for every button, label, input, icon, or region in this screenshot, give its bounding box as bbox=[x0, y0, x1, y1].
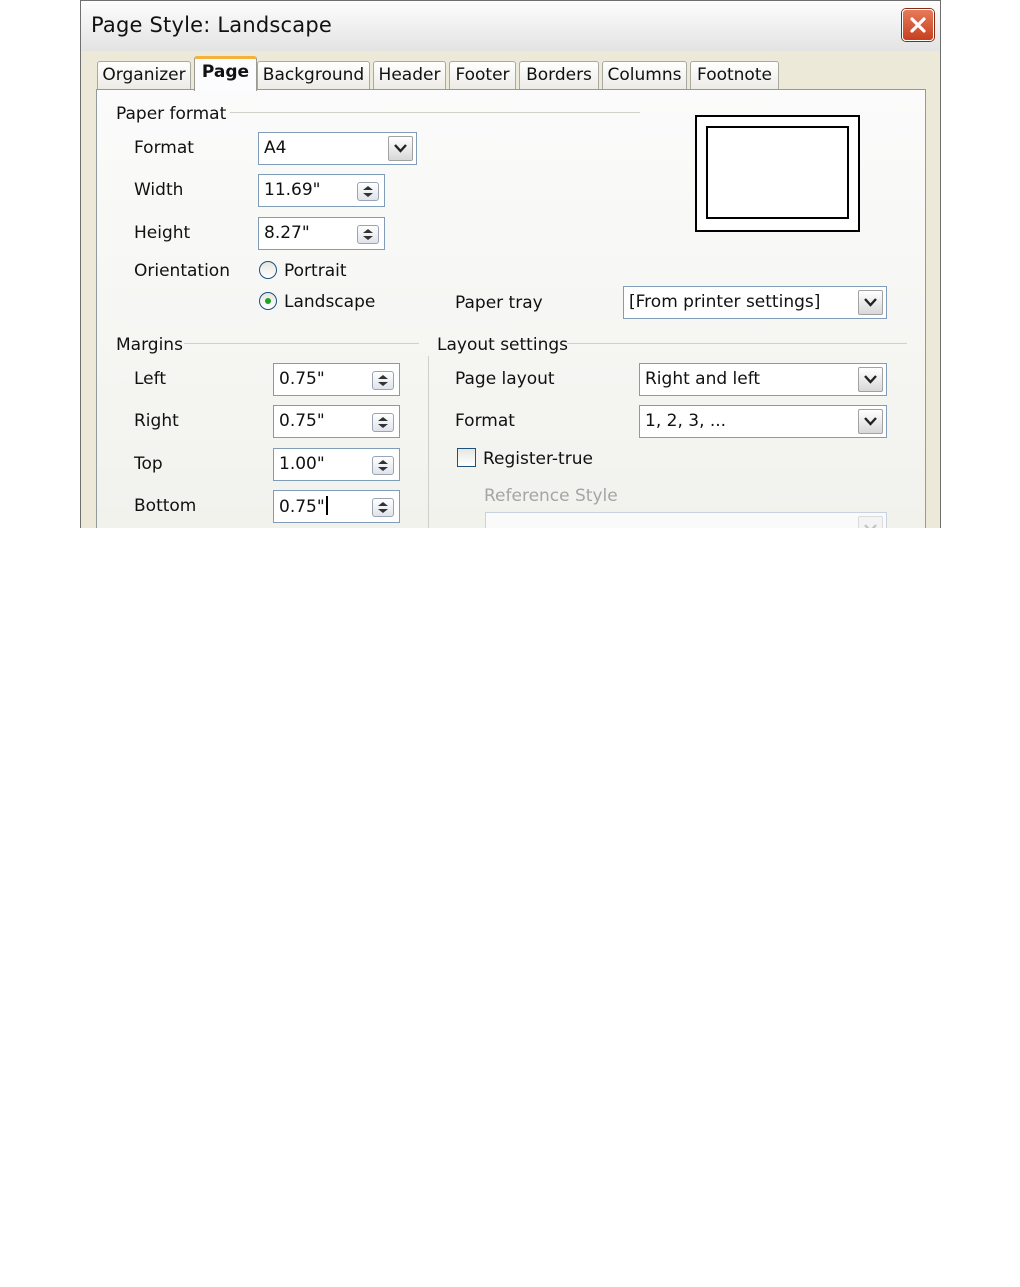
right-margin-value: 0.75" bbox=[279, 411, 325, 431]
title-bar[interactable]: Page Style: Landscape bbox=[81, 1, 940, 52]
top-margin-label: Top bbox=[134, 454, 163, 474]
margins-heading: Margins bbox=[116, 335, 183, 355]
paper-tray-dropdown-button[interactable] bbox=[858, 290, 883, 315]
numbering-format-label: Format bbox=[455, 411, 515, 431]
layout-settings-divider bbox=[567, 343, 907, 344]
tab-strip: Organizer Page Background Header Footer … bbox=[81, 51, 940, 91]
width-spin-field[interactable]: 11.69" bbox=[258, 174, 385, 207]
spin-arrows-icon bbox=[378, 460, 388, 471]
right-margin-spin-button[interactable] bbox=[372, 413, 394, 432]
page-preview bbox=[695, 115, 860, 232]
landscape-label[interactable]: Landscape bbox=[284, 292, 375, 312]
page-layout-dropdown-button[interactable] bbox=[858, 367, 883, 392]
chevron-down-icon bbox=[864, 298, 877, 307]
text-cursor bbox=[325, 496, 328, 515]
left-margin-field[interactable]: 0.75" bbox=[273, 363, 400, 396]
layout-settings-heading: Layout settings bbox=[437, 335, 568, 355]
tab-columns[interactable]: Columns bbox=[602, 61, 687, 89]
margins-divider bbox=[184, 343, 419, 344]
reference-style-dropdown bbox=[485, 512, 887, 528]
tab-footnote[interactable]: Footnote bbox=[690, 61, 779, 89]
spin-arrows-icon bbox=[378, 375, 388, 386]
page-style-dialog: Page Style: Landscape Organizer Page Bac… bbox=[80, 0, 941, 528]
paper-tray-dropdown[interactable]: [From printer settings] bbox=[623, 286, 887, 319]
bottom-margin-spin-button[interactable] bbox=[372, 498, 394, 517]
right-margin-label: Right bbox=[134, 411, 179, 431]
numbering-format-dropdown-button[interactable] bbox=[858, 409, 883, 434]
chevron-down-icon bbox=[864, 375, 877, 384]
top-margin-spin-button[interactable] bbox=[372, 456, 394, 475]
window-title: Page Style: Landscape bbox=[91, 13, 333, 37]
top-margin-value: 1.00" bbox=[279, 454, 325, 474]
spin-arrows-icon bbox=[363, 229, 373, 240]
radio-selected-dot bbox=[265, 298, 271, 304]
landscape-radio[interactable] bbox=[259, 292, 277, 310]
bottom-margin-field[interactable]: 0.75" bbox=[273, 490, 400, 523]
close-icon bbox=[910, 17, 926, 33]
tab-borders[interactable]: Borders bbox=[519, 61, 599, 89]
spin-arrows-icon bbox=[378, 417, 388, 428]
spin-arrows-icon bbox=[378, 502, 388, 513]
tab-background[interactable]: Background bbox=[257, 61, 370, 89]
height-value: 8.27" bbox=[264, 223, 310, 243]
numbering-format-value: 1, 2, 3, ... bbox=[645, 411, 727, 431]
tab-organizer[interactable]: Organizer bbox=[97, 61, 191, 89]
format-value: A4 bbox=[264, 138, 287, 158]
format-label: Format bbox=[134, 138, 194, 158]
bottom-margin-text: 0.75" bbox=[279, 497, 325, 517]
height-label: Height bbox=[134, 223, 191, 243]
spin-arrows-icon bbox=[363, 186, 373, 197]
tab-page[interactable]: Page bbox=[194, 56, 257, 91]
width-value: 11.69" bbox=[264, 180, 321, 200]
bottom-margin-value: 0.75" bbox=[279, 496, 328, 517]
format-dropdown[interactable]: A4 bbox=[258, 132, 417, 165]
page-layout-dropdown[interactable]: Right and left bbox=[639, 363, 887, 396]
tab-footer[interactable]: Footer bbox=[449, 61, 516, 89]
paper-tray-value: [From printer settings] bbox=[629, 292, 821, 312]
tab-header[interactable]: Header bbox=[373, 61, 446, 89]
chevron-down-icon bbox=[864, 524, 877, 528]
chevron-down-icon bbox=[864, 417, 877, 426]
left-margin-label: Left bbox=[134, 369, 166, 389]
paper-format-heading: Paper format bbox=[116, 104, 227, 124]
height-spin-field[interactable]: 8.27" bbox=[258, 217, 385, 250]
width-label: Width bbox=[134, 180, 184, 200]
height-spin-button[interactable] bbox=[357, 225, 379, 244]
paper-tray-label: Paper tray bbox=[455, 293, 543, 313]
close-button[interactable] bbox=[902, 9, 934, 41]
register-true-checkbox[interactable] bbox=[457, 448, 476, 467]
register-true-label[interactable]: Register-true bbox=[483, 449, 593, 469]
paper-format-divider bbox=[230, 112, 640, 113]
reference-style-dropdown-button bbox=[858, 516, 883, 528]
page-layout-value: Right and left bbox=[645, 369, 761, 389]
right-margin-field[interactable]: 0.75" bbox=[273, 405, 400, 438]
reference-style-label: Reference Style bbox=[484, 486, 618, 506]
page-tab-panel: Paper format Format A4 Width 11.69" Heig… bbox=[96, 89, 926, 528]
top-margin-field[interactable]: 1.00" bbox=[273, 448, 400, 481]
bottom-margin-label: Bottom bbox=[134, 496, 197, 516]
page-preview-margins bbox=[706, 126, 849, 219]
width-spin-button[interactable] bbox=[357, 182, 379, 201]
portrait-label[interactable]: Portrait bbox=[284, 261, 347, 281]
left-margin-value: 0.75" bbox=[279, 369, 325, 389]
format-dropdown-button[interactable] bbox=[388, 136, 413, 161]
chevron-down-icon bbox=[394, 144, 407, 153]
numbering-format-dropdown[interactable]: 1, 2, 3, ... bbox=[639, 405, 887, 438]
left-margin-spin-button[interactable] bbox=[372, 371, 394, 390]
portrait-radio[interactable] bbox=[259, 261, 277, 279]
page-layout-label: Page layout bbox=[455, 369, 555, 389]
orientation-label: Orientation bbox=[134, 261, 230, 281]
section-separator bbox=[428, 356, 429, 528]
